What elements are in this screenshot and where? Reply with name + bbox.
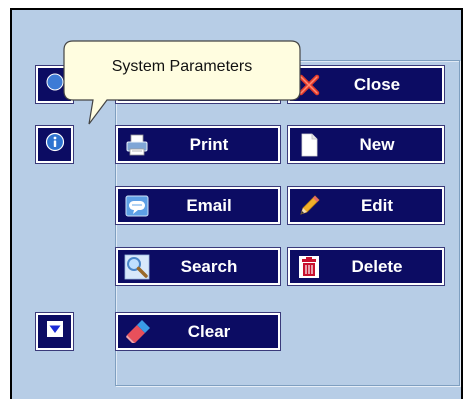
new-button-label: New bbox=[359, 134, 395, 154]
info-icon bbox=[45, 132, 65, 157]
tooltip: System Parameters bbox=[63, 40, 301, 125]
app-root: Close Print New Email Edit Search Delete… bbox=[0, 0, 471, 399]
clear-button[interactable]: Clear bbox=[116, 313, 280, 350]
email-icon bbox=[124, 193, 150, 219]
magnifier-icon bbox=[124, 254, 150, 280]
system-parameters-icon bbox=[45, 72, 65, 97]
tooltip-text: System Parameters bbox=[111, 58, 253, 75]
pencil-icon bbox=[296, 193, 322, 219]
delete-button-label: Delete bbox=[351, 256, 403, 276]
eraser-icon bbox=[124, 319, 150, 345]
clear-button-label: Clear bbox=[187, 321, 231, 341]
print-button-label: Print bbox=[189, 134, 229, 154]
delete-button[interactable]: Delete bbox=[288, 248, 444, 285]
search-button[interactable]: Search bbox=[116, 248, 280, 285]
edit-button[interactable]: Edit bbox=[288, 187, 444, 224]
edit-button-label: Edit bbox=[360, 195, 394, 215]
printer-icon bbox=[124, 132, 150, 158]
scroll-down-button[interactable] bbox=[36, 313, 73, 350]
print-button[interactable]: Print bbox=[116, 126, 280, 163]
close-button-label: Close bbox=[353, 74, 401, 94]
trash-icon bbox=[296, 254, 322, 280]
email-button-label: Email bbox=[186, 195, 232, 215]
arrow-down-icon bbox=[45, 319, 65, 344]
close-button[interactable]: Close bbox=[288, 66, 444, 103]
info-button[interactable] bbox=[36, 126, 73, 163]
search-button-label: Search bbox=[180, 256, 238, 276]
new-button[interactable]: New bbox=[288, 126, 444, 163]
new-document-icon bbox=[296, 132, 322, 158]
email-button[interactable]: Email bbox=[116, 187, 280, 224]
